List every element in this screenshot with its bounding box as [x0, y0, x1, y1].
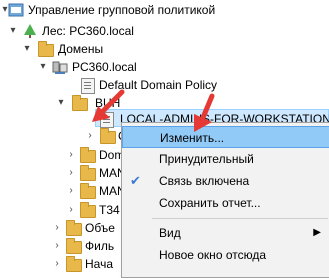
annotation-arrow-icon [194, 93, 215, 132]
collapse-icon[interactable]: ▾ [38, 58, 48, 76]
collapse-icon[interactable]: ▾ [8, 22, 18, 40]
menu-item-link-enabled[interactable]: ✔ Связь включена [122, 170, 329, 192]
tree-item-fil[interactable]: › Филь [0, 237, 121, 255]
gpm-console-icon [8, 2, 24, 18]
annotation-arrow-icon [92, 89, 125, 122]
tree-item-nach-label: Нача [85, 257, 114, 271]
menu-item-link-enabled-label: Связь включена [159, 174, 250, 188]
tree-item-t34-label: T34 [99, 203, 120, 217]
ou-folder-icon [80, 165, 96, 181]
tree-item-t34[interactable]: › T34 [0, 201, 121, 219]
ou-folder-icon [80, 202, 96, 218]
menu-item-edit[interactable]: Изменить... [122, 126, 329, 148]
expand-icon[interactable]: › [66, 146, 76, 164]
submenu-arrow-icon: ▶ [313, 227, 321, 238]
collapse-icon[interactable]: ▾ [56, 94, 66, 112]
tree-item-domain[interactable]: ▾ PC360.local [0, 58, 329, 76]
tree-item-obj[interactable]: › Объе [0, 219, 121, 237]
menu-item-save-report[interactable]: Сохранить отчет... [122, 192, 329, 214]
folder-icon [66, 238, 82, 254]
tree-item-fil-label: Филь [85, 239, 115, 253]
tree-root-label: Управление групповой политикой [28, 3, 216, 17]
collapse-icon[interactable]: ▾ [22, 40, 32, 58]
folder-icon [66, 220, 82, 236]
tree-item-default-policy[interactable]: Default Domain Policy [0, 76, 329, 94]
domain-icon [52, 59, 68, 75]
folder-icon [38, 41, 54, 57]
tree-item-forest[interactable]: ▾ Лес: PC360.local [0, 22, 329, 40]
expand-icon[interactable]: › [66, 201, 76, 219]
tree-item-nach[interactable]: › Нача [0, 255, 121, 273]
menu-item-enforced[interactable]: Принудительный [122, 148, 329, 170]
tree-root[interactable]: ▾ Управление групповой политикой [0, 1, 329, 19]
tree-item-domains[interactable]: ▾ Домены [0, 40, 329, 58]
forest-icon [22, 23, 38, 39]
tree-item-domain-label: PC360.local [72, 60, 137, 74]
tree-item-man1[interactable]: › MAN [0, 164, 126, 182]
expand-icon[interactable]: › [52, 255, 62, 273]
context-menu: Изменить... Принудительный ✔ Связь включ… [121, 122, 329, 278]
menu-item-save-report-label: Сохранить отчет... [159, 196, 261, 210]
menu-item-view[interactable]: Вид ▶ [122, 222, 329, 244]
tree-item-domains-label: Домены [58, 42, 104, 56]
tree-item-man2[interactable]: › MAN [0, 182, 126, 200]
ou-folder-icon [100, 128, 116, 144]
menu-item-enforced-label: Принудительный [159, 152, 254, 166]
ou-folder-icon [80, 183, 96, 199]
expand-icon[interactable]: › [66, 182, 76, 200]
tree-item-dom[interactable]: › Dom [0, 146, 124, 164]
menu-item-new-window-label: Новое окно отсюда [159, 248, 267, 262]
expand-icon[interactable]: › [52, 219, 62, 237]
menu-item-view-label: Вид [159, 226, 181, 240]
expand-icon[interactable]: › [85, 127, 95, 145]
expand-icon[interactable]: › [66, 164, 76, 182]
folder-icon [66, 256, 82, 272]
checkmark-icon: ✔ [130, 173, 141, 188]
menu-separator [152, 218, 328, 219]
tree-item-forest-label: Лес: PC360.local [42, 24, 134, 38]
tree-item-c[interactable]: › C [0, 127, 127, 145]
ou-folder-icon [80, 147, 96, 163]
expand-icon[interactable]: › [52, 237, 62, 255]
tree-item-obj-label: Объе [85, 221, 115, 235]
menu-item-new-window[interactable]: Новое окно отсюда [122, 244, 329, 266]
